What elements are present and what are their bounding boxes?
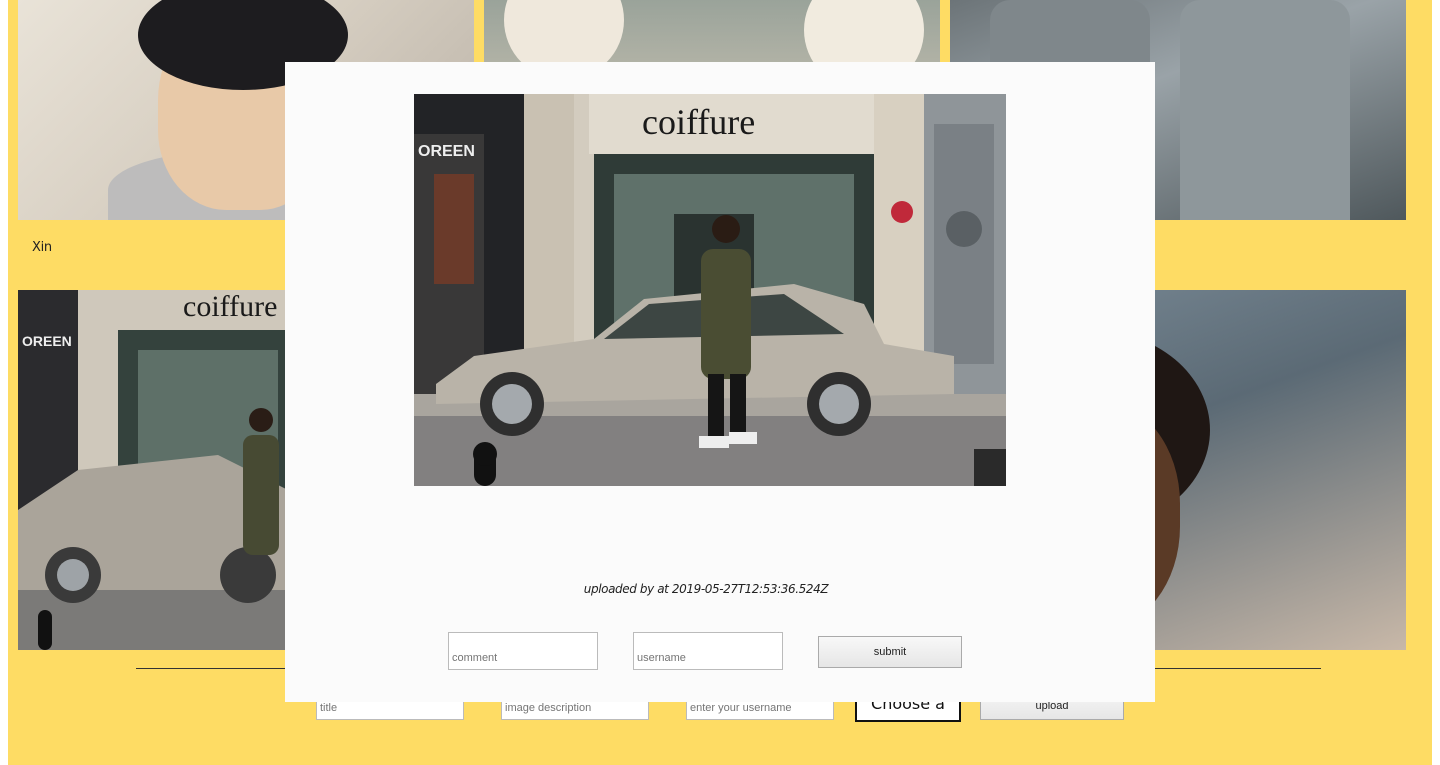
- modal-shop-sign-left-text: OREEN: [418, 143, 475, 160]
- gallery-caption: Xin: [32, 240, 52, 255]
- photo-detail: [1180, 0, 1350, 220]
- shop-sign-left-text: OREEN: [22, 333, 72, 349]
- shop-sign-text: coiffure: [183, 290, 277, 323]
- modal-image: coiffure OREEN: [414, 94, 1006, 486]
- upload-meta-text: uploaded by at 2019-05-27T12:53:36.524Z: [583, 582, 829, 596]
- image-modal: coiffure OREEN uploaded by at 2019-05-27…: [285, 62, 1155, 702]
- comment-username-input[interactable]: [633, 632, 783, 670]
- divider: [1153, 668, 1321, 669]
- divider: [136, 668, 296, 669]
- submit-button[interactable]: submit: [818, 636, 962, 668]
- comment-input[interactable]: [448, 632, 598, 670]
- modal-image-scene: coiffure OREEN: [414, 94, 1006, 486]
- modal-shop-sign-text: coiffure: [642, 102, 755, 142]
